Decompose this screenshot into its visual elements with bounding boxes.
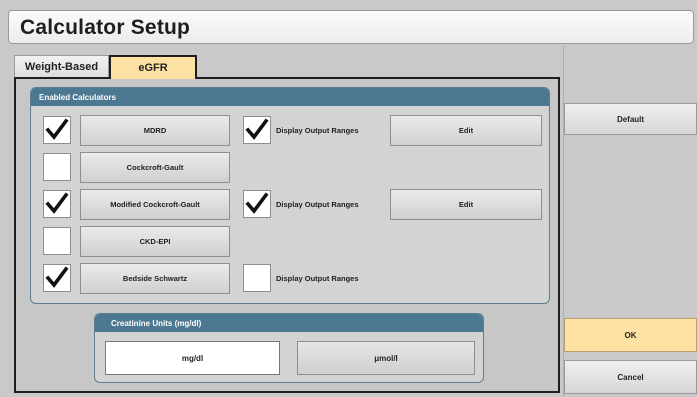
mdrd-button[interactable]: MDRD (80, 115, 230, 146)
check-icon (245, 192, 269, 214)
cancel-button[interactable]: Cancel (564, 360, 697, 394)
check-icon (45, 266, 69, 288)
cockcroft-gault-enable-checkbox[interactable] (43, 153, 71, 181)
check-icon (245, 118, 269, 140)
mdrd-display-ranges-label: Display Output Ranges (276, 126, 359, 135)
mdrd-edit-button[interactable]: Edit (390, 115, 542, 146)
mdrd-enable-checkbox[interactable] (43, 116, 71, 144)
bedside-schwartz-display-ranges-label: Display Output Ranges (276, 274, 359, 283)
creatinine-units-header: Creatinine Units (mg/dl) (95, 314, 483, 332)
unit-umol-option[interactable]: μmol/l (297, 341, 475, 375)
modified-cockcroft-gault-edit-button[interactable]: Edit (390, 189, 542, 220)
check-icon (45, 192, 69, 214)
enabled-calculators-header: Enabled Calculators (31, 88, 549, 106)
tab-weight-based[interactable]: Weight-Based (14, 55, 109, 78)
bedside-schwartz-enable-checkbox[interactable] (43, 264, 71, 292)
ckd-epi-button[interactable]: CKD-EPI (80, 226, 230, 257)
window-title: Calculator Setup (20, 16, 191, 39)
check-icon (45, 118, 69, 140)
unit-mgdl-option[interactable]: mg/dl (105, 341, 280, 375)
ok-button[interactable]: OK (564, 318, 697, 352)
ckd-epi-enable-checkbox[interactable] (43, 227, 71, 255)
bedside-schwartz-display-ranges-checkbox[interactable] (243, 264, 271, 292)
bedside-schwartz-button[interactable]: Bedside Schwartz (80, 263, 230, 294)
modified-cockcroft-gault-enable-checkbox[interactable] (43, 190, 71, 218)
modified-cockcroft-gault-button[interactable]: Modified Cockcroft-Gault (80, 189, 230, 220)
mdrd-display-ranges-checkbox[interactable] (243, 116, 271, 144)
modified-cockcroft-gault-display-ranges-label: Display Output Ranges (276, 200, 359, 209)
modified-cockcroft-gault-display-ranges-checkbox[interactable] (243, 190, 271, 218)
default-button[interactable]: Default (564, 103, 697, 135)
tab-egfr[interactable]: eGFR (109, 55, 197, 79)
cockcroft-gault-button[interactable]: Cockcroft-Gault (80, 152, 230, 183)
